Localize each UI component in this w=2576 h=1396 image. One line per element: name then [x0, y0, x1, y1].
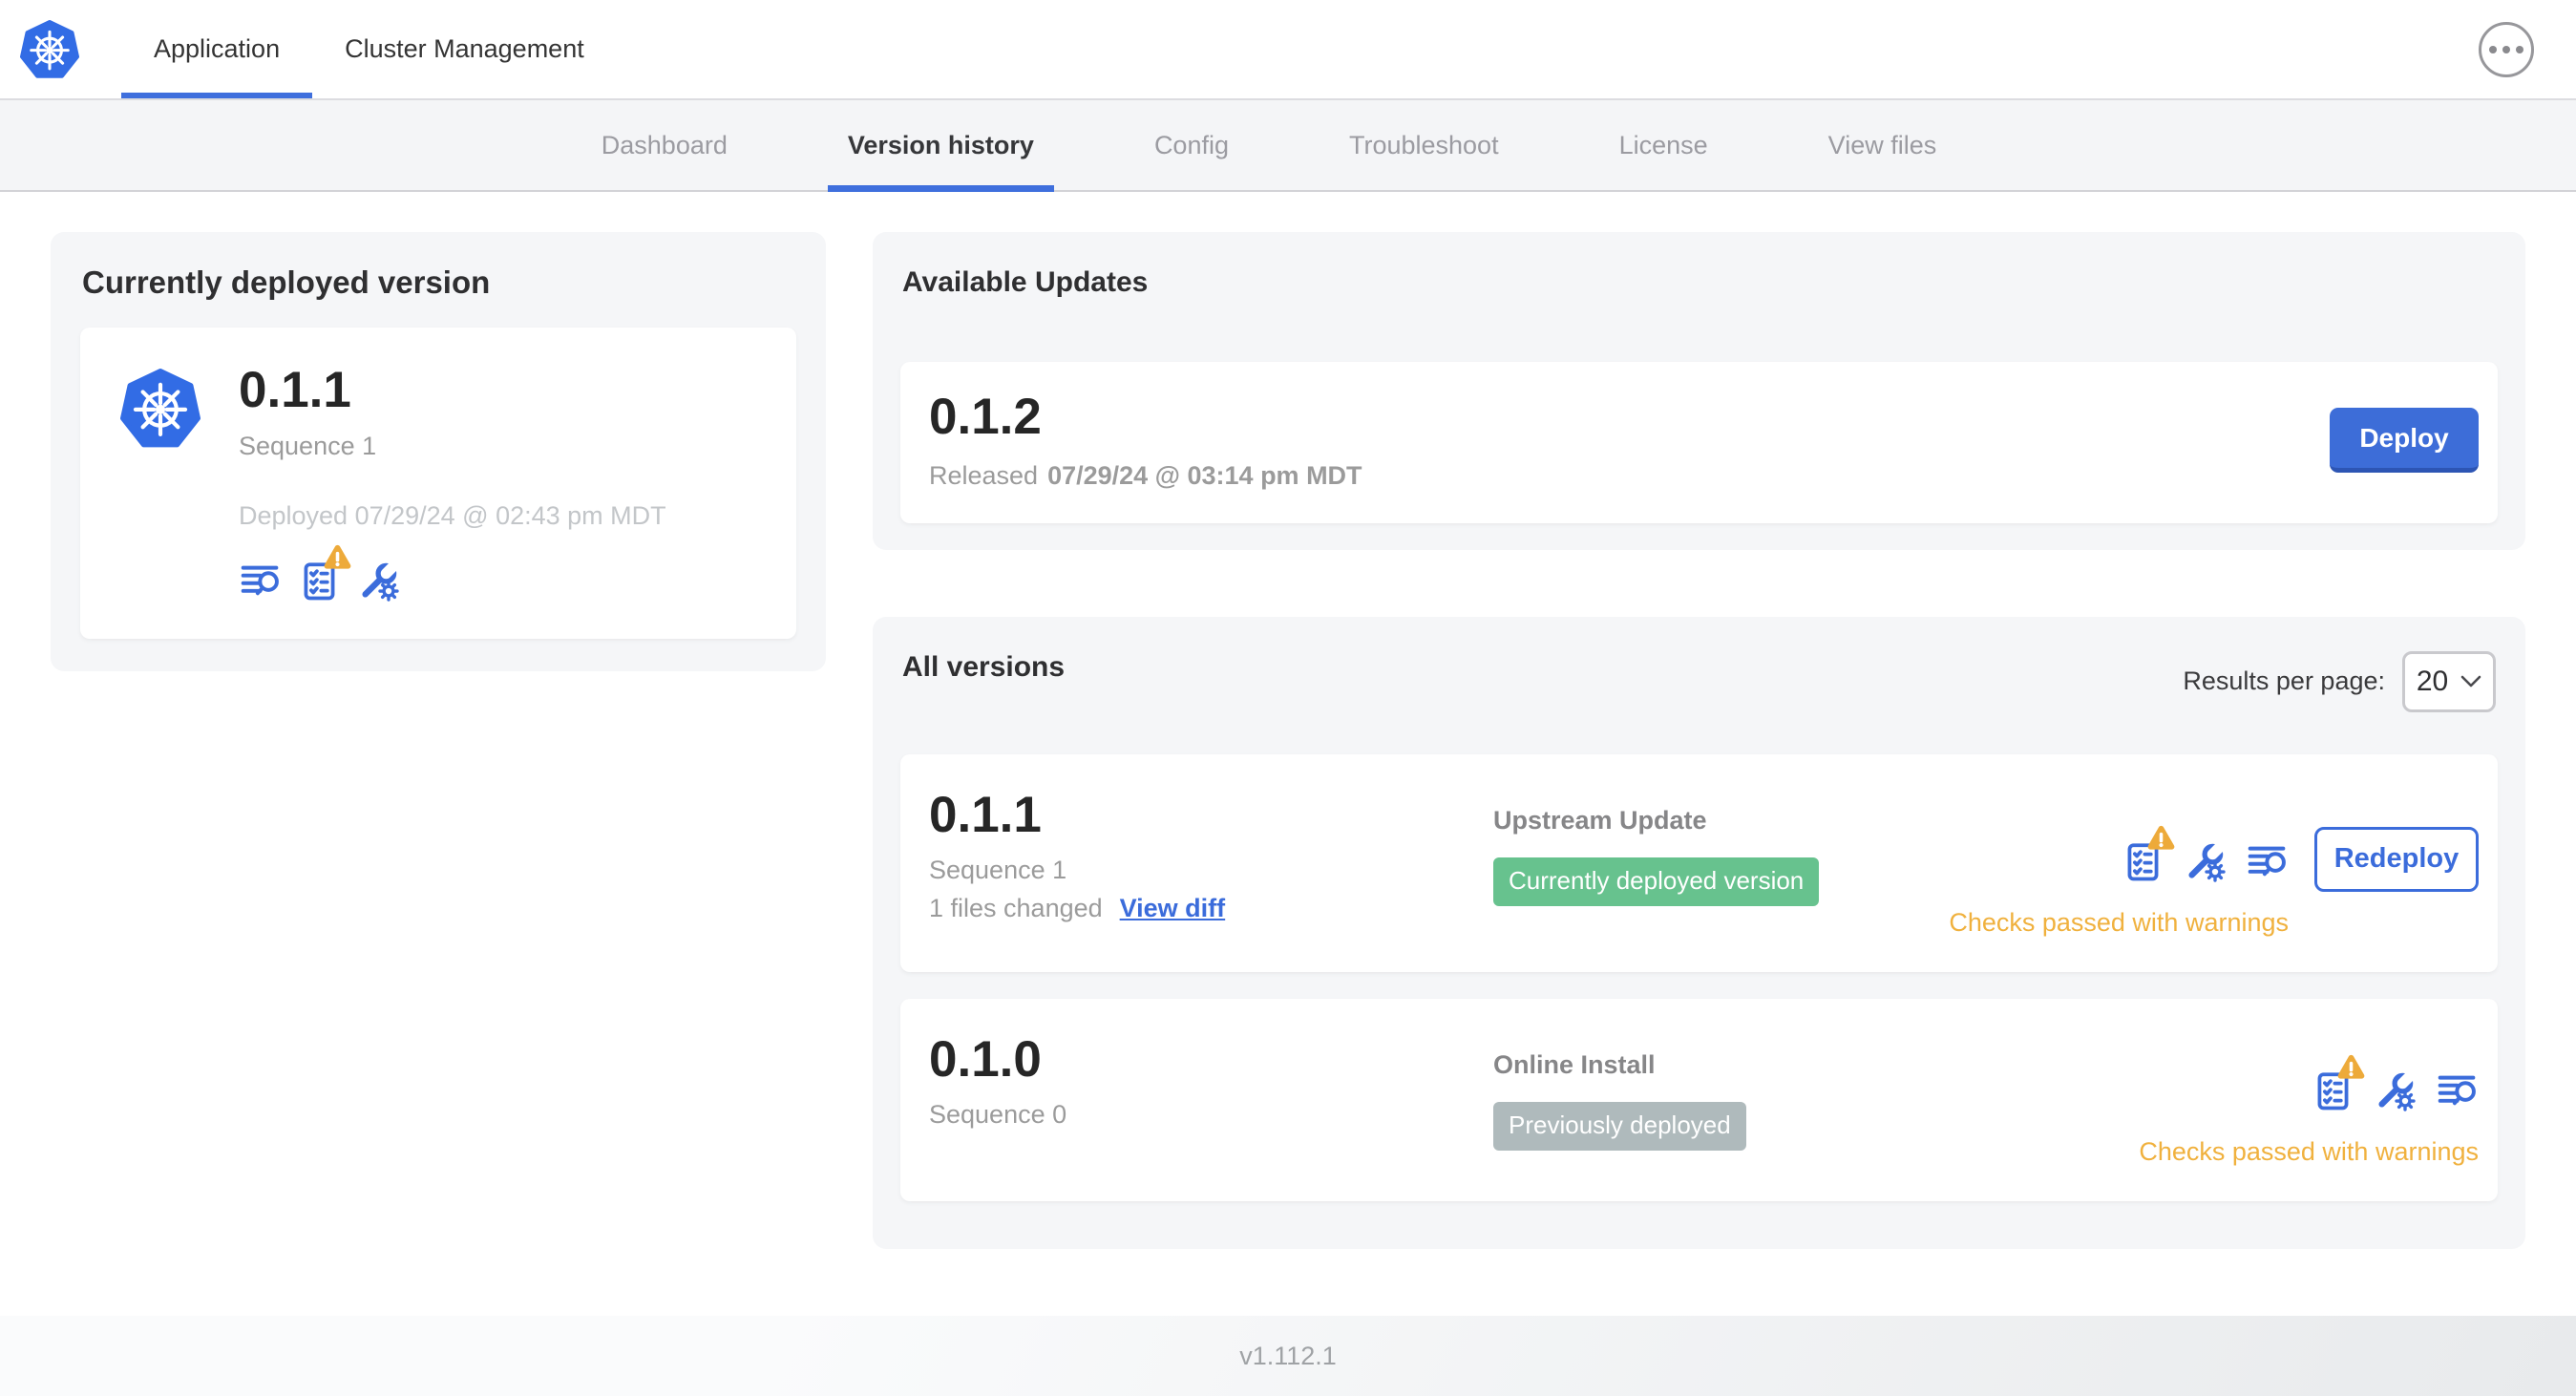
- all-versions-title: All versions: [902, 650, 1066, 683]
- right-column: Available Updates 0.1.2 Released 07/29/24…: [873, 232, 2525, 1249]
- tab-license[interactable]: License: [1559, 100, 1768, 190]
- warning-triangle-icon: [324, 544, 351, 569]
- row-version-number: 0.1.0: [929, 1030, 1042, 1088]
- version-row-actions: Checks passed with warnings Redeploy: [1949, 825, 2479, 938]
- kubernetes-app-icon: [120, 368, 201, 450]
- app-subnav: Dashboard Version history Config Trouble…: [0, 98, 2576, 192]
- version-row-0-1-1: 0.1.1 Sequence 1 1 files changed View di…: [900, 753, 2498, 972]
- preflight-checks-warning-icon[interactable]: [298, 544, 351, 603]
- deployed-version-info: 0.1.1 Sequence 1 Deployed 07/29/24 @ 02:…: [239, 364, 666, 603]
- tab-application[interactable]: Application: [121, 0, 313, 98]
- available-updates-title: Available Updates: [902, 266, 1149, 298]
- config-values-icon[interactable]: [2374, 1065, 2420, 1112]
- tab-dashboard[interactable]: Dashboard: [541, 100, 788, 190]
- warning-triangle-icon: [2337, 1054, 2365, 1079]
- kubernetes-logo: [20, 19, 79, 80]
- tab-config[interactable]: Config: [1094, 100, 1289, 190]
- currently-deployed-title: Currently deployed version: [82, 264, 491, 300]
- version-row-info: 0.1.0 Sequence 0: [929, 1030, 1493, 1131]
- currently-deployed-card: Currently deployed version 0.1.1 Sequenc…: [51, 232, 826, 671]
- update-released-line: Released 07/29/24 @ 03:14 pm MDT: [929, 461, 1362, 491]
- row-sequence: Sequence 1: [929, 856, 1067, 885]
- deployed-version-icons: [239, 544, 666, 603]
- deployed-sequence: Sequence 1: [239, 431, 377, 460]
- release-notes-icon[interactable]: [2436, 1069, 2479, 1112]
- warning-triangle-icon: [2147, 825, 2175, 850]
- results-per-page-select[interactable]: 20: [2402, 650, 2496, 712]
- app-footer: v1.112.1: [0, 1316, 2576, 1396]
- preflight-checks-warning-icon[interactable]: [2312, 1054, 2365, 1112]
- version-row-icons: [2312, 1054, 2479, 1112]
- update-info: 0.1.2 Released 07/29/24 @ 03:14 pm MDT: [929, 391, 1362, 491]
- currently-deployed-version-card: 0.1.1 Sequence 1 Deployed 07/29/24 @ 02:…: [80, 328, 796, 639]
- preflight-checks-warning-icon[interactable]: [2122, 825, 2175, 883]
- left-column: Currently deployed version 0.1.1 Sequenc…: [51, 232, 826, 671]
- source-label: Online Install: [1493, 1049, 1656, 1079]
- version-row-source: Online Install Previously deployed: [1493, 1050, 2139, 1151]
- deployed-version-number: 0.1.1: [239, 362, 351, 418]
- version-row-icons: [2122, 825, 2289, 883]
- tab-troubleshoot[interactable]: Troubleshoot: [1289, 100, 1559, 190]
- preflight-status-text: Checks passed with warnings: [2139, 1136, 2479, 1166]
- main-content: Currently deployed version 0.1.1 Sequenc…: [0, 192, 2576, 1316]
- tab-view-files[interactable]: View files: [1768, 100, 1997, 190]
- app-header: Application Cluster Management: [0, 0, 2576, 98]
- chevron-down-icon: [2460, 675, 2481, 687]
- release-notes-icon[interactable]: [239, 560, 282, 603]
- version-row-info: 0.1.1 Sequence 1 1 files changed View di…: [929, 786, 1493, 924]
- ellipsis-menu-button[interactable]: [2479, 21, 2534, 77]
- results-per-page-value: 20: [2416, 665, 2449, 697]
- results-per-page-label: Results per page:: [2183, 666, 2385, 696]
- released-date: 07/29/24 @ 03:14 pm MDT: [1047, 460, 1362, 490]
- status-badge: Currently deployed version: [1493, 857, 1820, 906]
- source-label: Upstream Update: [1493, 805, 1707, 835]
- tab-application-label: Application: [154, 34, 281, 63]
- available-updates-card: Available Updates 0.1.2 Released 07/29/24…: [873, 232, 2525, 550]
- version-row-0-1-0: 0.1.0 Sequence 0 Online Install Previous…: [900, 998, 2498, 1201]
- checks-column: Checks passed with warnings: [2139, 1054, 2479, 1167]
- files-changed-row: 1 files changed View diff: [929, 894, 1493, 923]
- version-row-source: Upstream Update Currently deployed versi…: [1493, 806, 1949, 906]
- update-version-number: 0.1.2: [929, 389, 1042, 445]
- status-badge: Previously deployed: [1493, 1101, 1746, 1151]
- row-sequence: Sequence 0: [929, 1100, 1067, 1130]
- version-row-actions: Checks passed with warnings: [2139, 1054, 2479, 1167]
- files-changed-label: 1 files changed: [929, 894, 1103, 923]
- deployed-timestamp: Deployed 07/29/24 @ 02:43 pm MDT: [239, 500, 666, 530]
- ellipsis-icon: [2489, 45, 2497, 53]
- config-values-icon[interactable]: [2184, 835, 2230, 883]
- view-diff-link[interactable]: View diff: [1120, 894, 1226, 923]
- release-notes-icon[interactable]: [2246, 840, 2289, 883]
- tab-version-history[interactable]: Version history: [788, 100, 1094, 192]
- tab-cluster-management[interactable]: Cluster Management: [312, 0, 617, 98]
- redeploy-button[interactable]: Redeploy: [2314, 826, 2479, 892]
- released-prefix: Released: [929, 460, 1039, 490]
- config-values-icon[interactable]: [357, 555, 404, 603]
- results-per-page: Results per page: 20: [2183, 650, 2496, 712]
- checks-column: Checks passed with warnings: [1949, 825, 2289, 938]
- all-versions-card: All versions Results per page: 20 0.1.1 …: [873, 616, 2525, 1249]
- deploy-button[interactable]: Deploy: [2330, 408, 2479, 474]
- row-version-number: 0.1.1: [929, 786, 1042, 843]
- console-version: v1.112.1: [1239, 1341, 1337, 1370]
- available-update-row: 0.1.2 Released 07/29/24 @ 03:14 pm MDT De…: [900, 362, 2498, 523]
- top-tabs: Application Cluster Management: [121, 0, 617, 98]
- preflight-status-text: Checks passed with warnings: [1949, 907, 2289, 937]
- tab-cluster-management-label: Cluster Management: [345, 34, 584, 63]
- all-versions-header: All versions Results per page: 20: [902, 650, 2496, 712]
